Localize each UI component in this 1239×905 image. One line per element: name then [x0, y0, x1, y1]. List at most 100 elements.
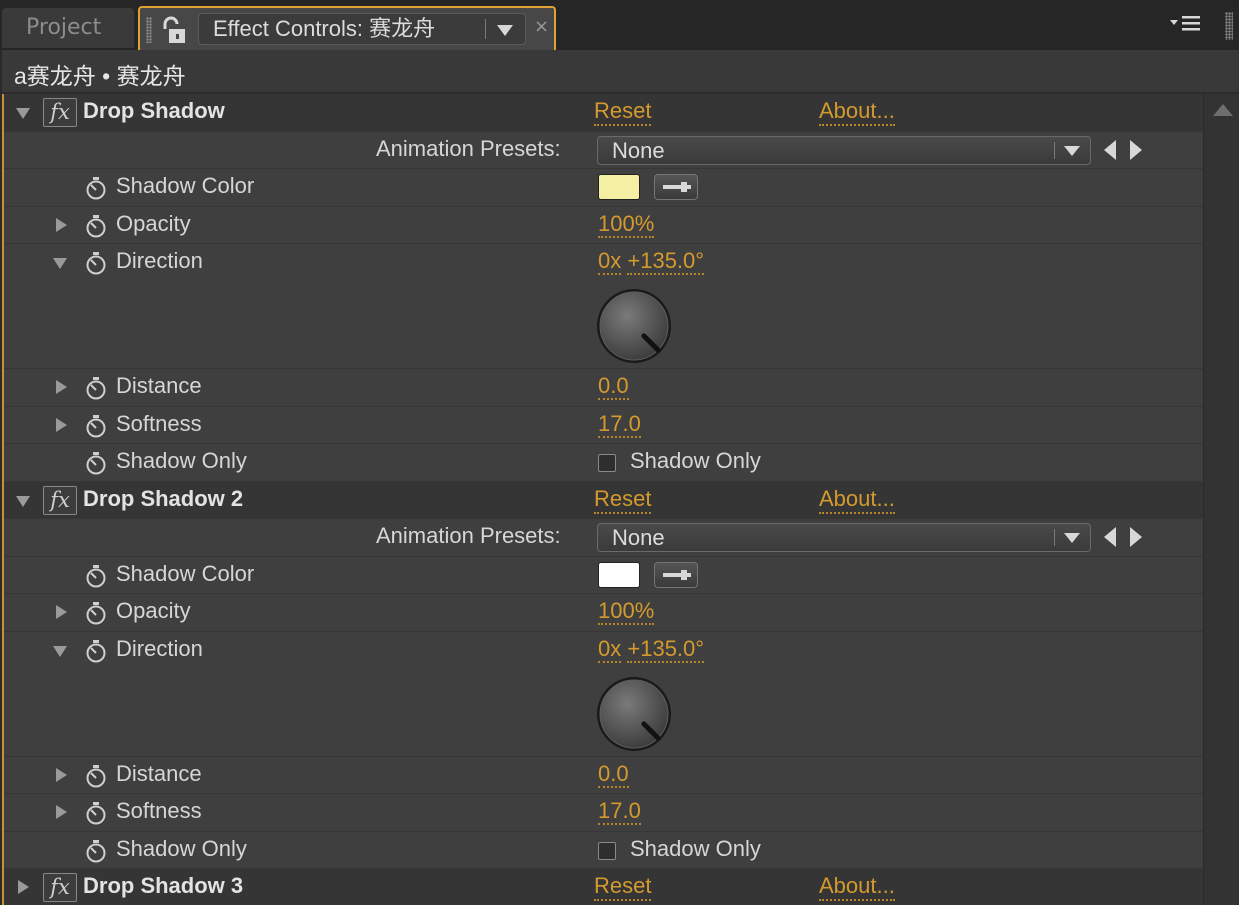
expand-triangle-icon[interactable] [56, 767, 67, 782]
collapse-triangle-icon[interactable] [53, 645, 67, 657]
shadow-color-swatch[interactable] [598, 561, 640, 588]
next-preset-icon[interactable] [1130, 527, 1142, 547]
reset-link[interactable]: Reset [594, 98, 652, 126]
tab-project[interactable]: Project [2, 8, 134, 48]
fx-toggle-icon[interactable]: fx [43, 98, 77, 127]
opacity-value[interactable]: 100% [598, 598, 655, 625]
shadow-color-label: Shadow Color [116, 560, 255, 586]
divider [1054, 529, 1055, 546]
softness-label: Softness [116, 410, 202, 436]
collapse-triangle-icon[interactable] [53, 258, 67, 269]
previous-preset-icon[interactable] [1104, 139, 1116, 160]
tab-grip-handle[interactable] [146, 17, 152, 43]
tab-effect-controls[interactable]: Effect Controls: 赛龙舟 × [138, 6, 556, 50]
animation-presets-label: Animation Presets: [376, 135, 561, 161]
stopwatch-icon[interactable] [84, 214, 108, 238]
direction-dial[interactable] [594, 674, 674, 754]
effect-header-drop-shadow-2[interactable]: fx Drop Shadow 2 Reset About... [4, 481, 1203, 519]
distance-value[interactable]: 0.0 [598, 373, 629, 400]
opacity-value[interactable]: 100% [598, 210, 655, 238]
expand-triangle-icon[interactable] [18, 880, 29, 894]
opacity-value-text: 100% [598, 210, 655, 238]
direction-value[interactable]: 0x +135.0° [598, 248, 705, 275]
panel-menu-icon[interactable] [1170, 14, 1204, 34]
shadow-only-checkbox-label[interactable]: Shadow Only [630, 448, 761, 474]
effect-controls-title: Effect Controls: 赛龙舟 [213, 16, 436, 41]
softness-value[interactable]: 17.0 [598, 798, 641, 825]
stopwatch-icon[interactable] [84, 801, 108, 825]
about-link[interactable]: About... [819, 873, 895, 901]
fx-toggle-icon[interactable]: fx [43, 873, 77, 902]
softness-value[interactable]: 17.0 [598, 410, 641, 438]
distance-value-text: 0.0 [598, 373, 629, 400]
divider [1054, 141, 1055, 159]
direction-angle: +135.0° [627, 635, 705, 663]
property-row-shadow-only: Shadow Only Shadow Only [4, 831, 1203, 869]
stopwatch-icon[interactable] [84, 414, 108, 438]
close-icon[interactable]: × [534, 16, 549, 37]
reset-link[interactable]: Reset [594, 486, 652, 514]
animation-presets-select[interactable]: None [597, 523, 1091, 552]
stopwatch-icon[interactable] [84, 764, 108, 788]
stopwatch-icon[interactable] [84, 451, 108, 475]
expand-triangle-icon[interactable] [56, 417, 67, 432]
direction-dial[interactable] [594, 286, 674, 366]
stopwatch-icon[interactable] [84, 639, 108, 663]
effect-controls-panel: a赛龙舟 • 赛龙舟 fx Drop Shadow Reset About...… [2, 50, 1239, 905]
property-row-direction: Direction 0x +135.0° [4, 244, 1203, 369]
chevron-down-icon[interactable] [497, 25, 513, 36]
stopwatch-icon[interactable] [84, 251, 108, 275]
effect-name: Drop Shadow 3 [83, 873, 244, 898]
effect-header-drop-shadow-3[interactable]: fx Drop Shadow 3 Reset About... [4, 869, 1203, 905]
about-link[interactable]: About... [819, 98, 895, 126]
property-row-shadow-only: Shadow Only Shadow Only [4, 444, 1203, 482]
eyedropper-icon [663, 569, 691, 580]
effects-list: fx Drop Shadow Reset About... Animation … [2, 94, 1203, 905]
expand-triangle-icon[interactable] [56, 217, 67, 232]
effect-header-drop-shadow[interactable]: fx Drop Shadow Reset About... [4, 94, 1203, 132]
stopwatch-icon[interactable] [84, 564, 108, 588]
shadow-only-checkbox[interactable] [598, 454, 616, 472]
stopwatch-icon[interactable] [84, 839, 108, 863]
expand-triangle-icon[interactable] [56, 805, 67, 819]
chevron-down-icon[interactable] [1064, 145, 1080, 156]
shadow-only-checkbox-label[interactable]: Shadow Only [630, 836, 761, 862]
lock-icon[interactable] [160, 15, 188, 45]
animation-presets-select[interactable]: None [597, 135, 1091, 165]
reset-link[interactable]: Reset [594, 873, 652, 901]
effect-name: Drop Shadow 2 [83, 485, 244, 511]
eyedropper-button[interactable] [654, 174, 698, 200]
stopwatch-icon[interactable] [84, 376, 108, 400]
distance-value[interactable]: 0.0 [598, 760, 629, 788]
fx-toggle-icon[interactable]: fx [43, 485, 77, 515]
collapse-triangle-icon[interactable] [16, 495, 30, 507]
opacity-label: Opacity [116, 598, 191, 623]
panel-header: a赛龙舟 • 赛龙舟 [2, 50, 1239, 94]
effect-controls-layer-menu[interactable]: Effect Controls: 赛龙舟 [198, 13, 526, 45]
shadow-only-checkbox[interactable] [598, 841, 616, 860]
distance-value-text: 0.0 [598, 760, 629, 788]
eyedropper-button[interactable] [654, 561, 698, 588]
expand-triangle-icon[interactable] [56, 605, 67, 619]
softness-value-text: 17.0 [598, 798, 641, 825]
property-row-distance: Distance 0.0 [4, 756, 1203, 794]
eyedropper-icon [663, 182, 691, 192]
panel-grip-handle[interactable] [1225, 12, 1233, 40]
property-row-softness: Softness 17.0 [4, 406, 1203, 444]
animation-presets-row: Animation Presets: None [4, 131, 1203, 169]
collapse-triangle-icon[interactable] [16, 108, 30, 119]
next-preset-icon[interactable] [1130, 139, 1142, 160]
direction-value[interactable]: 0x +135.0° [598, 635, 705, 663]
expand-triangle-icon[interactable] [56, 380, 67, 394]
about-link[interactable]: About... [819, 486, 895, 514]
scroll-up-icon[interactable] [1213, 104, 1233, 116]
previous-preset-icon[interactable] [1104, 527, 1116, 547]
stopwatch-icon[interactable] [84, 601, 108, 625]
shadow-only-label: Shadow Only [116, 448, 247, 473]
stopwatch-icon[interactable] [84, 176, 108, 200]
property-row-shadow-color: Shadow Color [4, 169, 1203, 207]
vertical-scrollbar[interactable] [1203, 94, 1239, 905]
chevron-down-icon[interactable] [1064, 533, 1080, 543]
shadow-color-swatch[interactable] [598, 174, 640, 200]
animation-presets-row: Animation Presets: None [4, 519, 1203, 557]
